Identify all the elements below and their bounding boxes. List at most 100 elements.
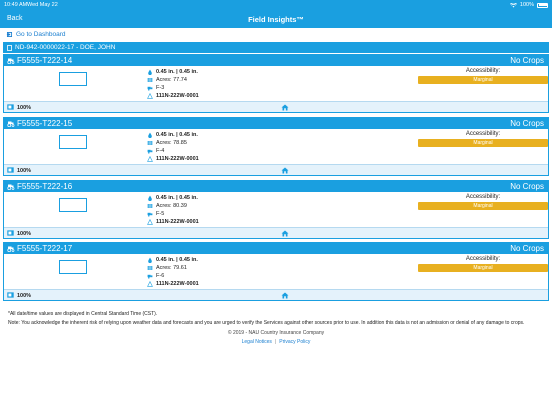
- field-footer: 100%: [4, 101, 548, 112]
- acres-value: Acres: 79.61: [156, 265, 187, 271]
- field-id: F5555-T222-17: [17, 244, 73, 253]
- acres-icon: [147, 266, 153, 270]
- legal-description: 111N-222W-0001: [156, 281, 199, 287]
- rain-icon: [148, 257, 152, 263]
- progress-percent: 100%: [17, 293, 32, 299]
- legal-icon: [147, 281, 153, 287]
- accessibility-panel: Accessibility: Marginal: [418, 194, 548, 210]
- policy-owner-header: ND-942-0000022-17 - DOE, JOHN: [3, 42, 549, 53]
- nav-bar: Back Field Insights™: [0, 10, 552, 28]
- timezone-note: *All date/time values are displayed in C…: [8, 311, 158, 317]
- legal-description: 111N-222W-0001: [156, 219, 199, 225]
- crop-status: No Crops: [510, 56, 544, 65]
- field-card[interactable]: F5555-T222-15 No Crops 0.45 in. | 0.45 i…: [3, 117, 549, 176]
- rainfall-value: 0.45 in. | 0.45 in.: [156, 132, 198, 138]
- home-icon[interactable]: [281, 104, 289, 111]
- accessibility-badge: Marginal: [418, 202, 548, 210]
- square-icon: [7, 167, 14, 173]
- battery-icon: [537, 2, 548, 8]
- accessibility-panel: Accessibility: Marginal: [418, 131, 548, 147]
- field-header: F5555-T222-17 No Crops: [4, 243, 548, 254]
- field-info: 0.45 in. | 0.45 in. Acres: 77.74 F-3 111…: [147, 68, 199, 100]
- parcel-icon: [147, 149, 153, 154]
- legal-notices-link[interactable]: Legal Notices: [242, 339, 272, 345]
- field-footer: 100%: [4, 164, 548, 175]
- progress-percent: 100%: [17, 168, 32, 174]
- field-thumbnail: [59, 198, 87, 212]
- accessibility-label: Accessibility:: [465, 256, 501, 262]
- document-icon: [7, 44, 12, 51]
- acres-value: Acres: 78.85: [156, 140, 187, 146]
- battery-percent: 100%: [519, 2, 534, 8]
- square-icon: [7, 230, 14, 236]
- footer-links: Legal Notices | Privacy Policy: [0, 339, 552, 345]
- accessibility-label: Accessibility:: [465, 194, 501, 200]
- field-card[interactable]: F5555-T222-14 No Crops 0.45 in. | 0.45 i…: [3, 54, 549, 113]
- wifi-icon: [509, 2, 517, 7]
- tractor-icon: [7, 184, 15, 190]
- parcel-value: F-5: [156, 211, 165, 217]
- rainfall-value: 0.45 in. | 0.45 in.: [156, 257, 198, 263]
- field-id: F5555-T222-16: [17, 182, 73, 191]
- field-header: F5555-T222-16 No Crops: [4, 181, 548, 192]
- legal-description: 111N-222W-0001: [156, 93, 199, 99]
- accessibility-badge: Marginal: [418, 139, 548, 147]
- status-bar: 10:49 AM Wed May 22 100%: [0, 0, 552, 10]
- field-info: 0.45 in. | 0.45 in. Acres: 79.61 F-6 111…: [147, 256, 199, 288]
- acres-icon: [147, 141, 153, 145]
- field-id: F5555-T222-14: [17, 56, 73, 65]
- parcel-value: F-4: [156, 148, 165, 154]
- copyright: © 2019 - NAU Country Insurance Company: [227, 330, 325, 336]
- rainfall-value: 0.45 in. | 0.45 in.: [156, 69, 198, 75]
- home-icon[interactable]: [281, 167, 289, 174]
- legal-description: 111N-222W-0001: [156, 156, 199, 162]
- parcel-icon: [147, 212, 153, 217]
- tractor-icon: [7, 121, 15, 127]
- field-card[interactable]: F5555-T222-16 No Crops 0.45 in. | 0.45 i…: [3, 180, 549, 239]
- rain-icon: [148, 69, 152, 75]
- status-date: Wed May 22: [27, 2, 58, 8]
- field-id: F5555-T222-15: [17, 119, 73, 128]
- progress-percent: 100%: [17, 231, 32, 237]
- parcel-icon: [147, 274, 153, 279]
- field-thumbnail: [59, 135, 87, 149]
- field-info: 0.45 in. | 0.45 in. Acres: 78.85 F-4 111…: [147, 131, 199, 163]
- legal-icon: [147, 156, 153, 162]
- field-header: F5555-T222-14 No Crops: [4, 55, 548, 66]
- dashboard-link-label: Go to Dashboard: [16, 31, 66, 38]
- accessibility-badge: Marginal: [418, 76, 548, 84]
- legal-icon: [147, 93, 153, 99]
- rain-icon: [148, 195, 152, 201]
- accessibility-panel: Accessibility: Marginal: [418, 256, 548, 272]
- privacy-policy-link[interactable]: Privacy Policy: [279, 339, 310, 345]
- legal-icon: [147, 219, 153, 225]
- home-icon[interactable]: [281, 230, 289, 237]
- acres-icon: [147, 204, 153, 208]
- field-card[interactable]: F5555-T222-17 No Crops 0.45 in. | 0.45 i…: [3, 242, 549, 301]
- crop-status: No Crops: [510, 244, 544, 253]
- accessibility-panel: Accessibility: Marginal: [418, 68, 548, 84]
- acres-value: Acres: 80.39: [156, 203, 187, 209]
- square-icon: [7, 104, 14, 110]
- home-icon[interactable]: [281, 292, 289, 299]
- rainfall-value: 0.45 in. | 0.45 in.: [156, 195, 198, 201]
- progress-percent: 100%: [17, 105, 32, 111]
- policy-owner-label: ND-942-0000022-17 - DOE, JOHN: [15, 44, 116, 51]
- link-separator: |: [274, 339, 277, 345]
- dashboard-link[interactable]: Go to Dashboard: [6, 31, 66, 38]
- parcel-icon: [147, 86, 153, 91]
- tractor-icon: [7, 246, 15, 252]
- accessibility-label: Accessibility:: [465, 68, 501, 74]
- dashboard-icon: [6, 31, 13, 38]
- status-right: 100%: [509, 2, 548, 8]
- field-thumbnail: [59, 72, 87, 86]
- crop-status: No Crops: [510, 182, 544, 191]
- acres-value: Acres: 77.74: [156, 77, 187, 83]
- disclaimer-note: Note: You acknowledge the inherent risk …: [8, 320, 525, 326]
- crop-status: No Crops: [510, 119, 544, 128]
- field-header: F5555-T222-15 No Crops: [4, 118, 548, 129]
- square-icon: [7, 292, 14, 298]
- status-time: 10:49 AM: [4, 2, 28, 8]
- rain-icon: [148, 132, 152, 138]
- parcel-value: F-3: [156, 85, 165, 91]
